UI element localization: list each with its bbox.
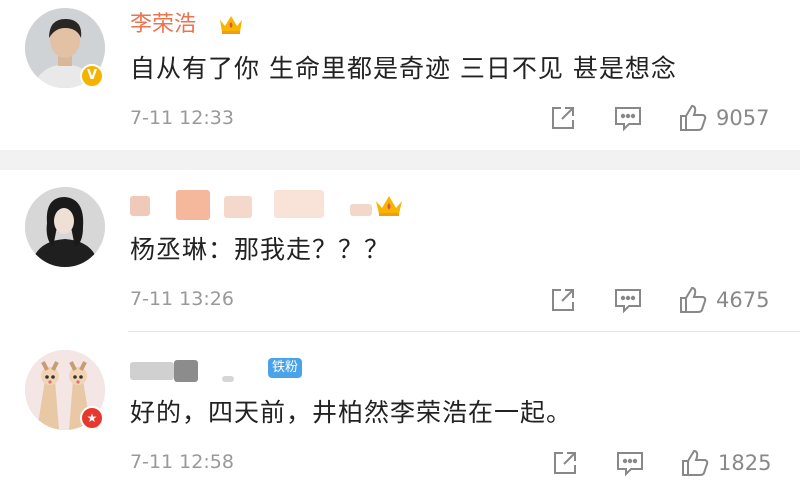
comment-button[interactable] (613, 286, 643, 314)
comment-card: V 李荣浩 自从有了你 生命里都是奇迹 三日不见 甚是想念 7-11 12:33 (0, 0, 800, 150)
crown-icon (218, 12, 244, 40)
comment-text: 自从有了你 生命里都是奇迹 三日不见 甚是想念 (130, 54, 677, 83)
redacted-name (130, 362, 174, 380)
fan-badge: 铁粉 (268, 358, 303, 378)
comment-time: 7-11 12:33 (130, 107, 234, 129)
share-icon (551, 449, 579, 477)
comment-time: 7-11 13:26 (130, 288, 234, 310)
share-button[interactable] (551, 449, 579, 477)
comment-text: 好的，四天前，井柏然李荣浩在一起。 (130, 398, 573, 427)
redacted-name (174, 360, 198, 382)
like-count: 4675 (716, 288, 770, 312)
like-count: 9057 (716, 106, 770, 130)
comment-card: ★ 铁粉 好的，四天前，井柏然李荣浩在一起。 7-11 12:58 1825 (0, 332, 800, 488)
avatar[interactable] (25, 187, 105, 267)
redacted-name (350, 204, 372, 216)
like-icon (678, 103, 708, 133)
verified-icon: V (80, 64, 104, 88)
crown-icon (374, 192, 404, 222)
redacted-name (224, 196, 252, 218)
username[interactable]: 李荣浩 (130, 11, 196, 39)
like-button[interactable]: 1825 (680, 448, 771, 478)
share-icon (549, 104, 577, 132)
comment-card: 杨丞琳：那我走？？？ 7-11 13:26 4675 (0, 170, 800, 330)
like-button[interactable]: 4675 (678, 285, 769, 315)
like-count: 1825 (718, 451, 772, 475)
comment-time: 7-11 12:58 (130, 451, 234, 473)
comment-button[interactable] (613, 104, 643, 132)
comment-icon (615, 449, 645, 477)
like-icon (680, 448, 710, 478)
share-button[interactable] (549, 104, 577, 132)
separator (0, 150, 800, 170)
comment-text: 杨丞琳：那我走？？？ (130, 235, 391, 264)
member-icon: ★ (80, 406, 104, 430)
comment-icon (613, 286, 643, 314)
redacted-name (222, 376, 234, 382)
redacted-name (130, 196, 150, 216)
share-button[interactable] (549, 286, 577, 314)
comment-button[interactable] (615, 449, 645, 477)
redacted-name (274, 190, 324, 218)
share-icon (549, 286, 577, 314)
comment-icon (613, 104, 643, 132)
like-icon (678, 285, 708, 315)
like-button[interactable]: 9057 (678, 103, 769, 133)
redacted-name (176, 190, 210, 220)
